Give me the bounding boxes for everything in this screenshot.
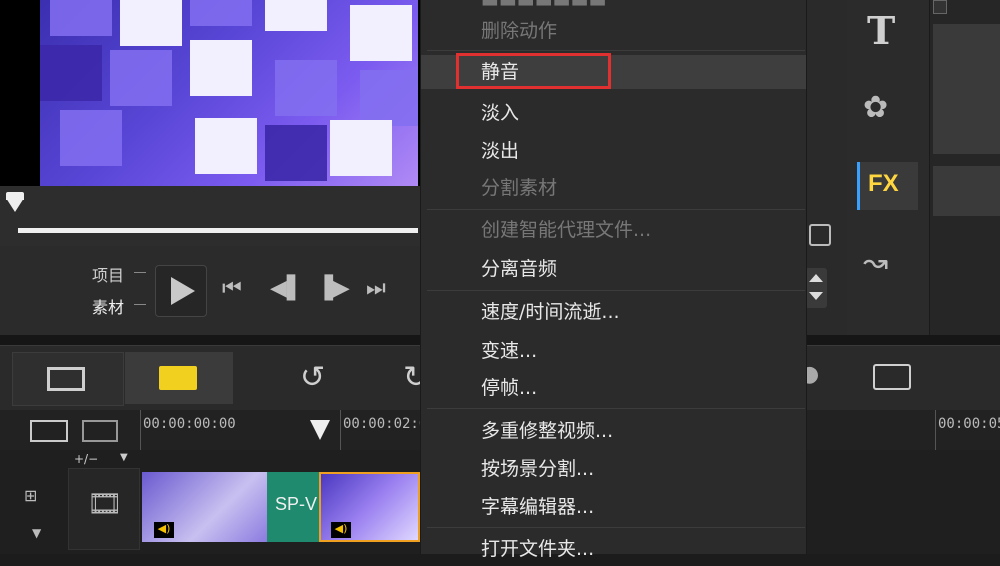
- checkbox[interactable]: [933, 0, 947, 14]
- play-icon: [171, 277, 195, 305]
- menu-item-multi-trim[interactable]: 多重修整视频...: [421, 414, 806, 448]
- path-icon[interactable]: ↝: [863, 245, 888, 280]
- graphics-icon[interactable]: ✿: [863, 90, 888, 125]
- playback-controls: 项目 素材 ⏮ ◀▌ ▐▶ ⏭: [0, 246, 420, 335]
- speaker-icon: ◀): [154, 522, 174, 538]
- timeline-playhead[interactable]: [310, 420, 330, 440]
- go-to-end-icon[interactable]: ⏭: [366, 276, 386, 301]
- menu-item-split-by-scene[interactable]: 按场景分割...: [421, 452, 806, 486]
- timecode-end: 00:00:05: [938, 416, 1000, 432]
- context-menu: ▬▬▬▬▬▬▬ 删除动作 静音 淡入 淡出 分割素材 创建智能代理文件... 分…: [420, 0, 807, 560]
- menu-item-freeze-frame[interactable]: 停帧...: [421, 371, 806, 405]
- timeline-icon: [159, 366, 197, 390]
- clip-mode-label[interactable]: 素材: [92, 294, 124, 318]
- next-frame-icon[interactable]: ▐▶: [316, 276, 350, 301]
- selected-video-clip[interactable]: ◀): [319, 472, 420, 542]
- timeline-view-button[interactable]: [125, 352, 233, 404]
- library-thumb[interactable]: [933, 24, 1000, 154]
- preview-panel: 项目 素材 ⏮ ◀▌ ▐▶ ⏭: [0, 0, 420, 335]
- timecode-mid: 00:00:02:0: [343, 416, 428, 432]
- track-manager-icon[interactable]: [30, 420, 68, 442]
- chapter-icon[interactable]: [82, 420, 118, 442]
- video-track-icon: 🎞: [87, 487, 123, 520]
- menu-item-subtitle-editor[interactable]: 字幕编辑器...: [421, 490, 806, 524]
- add-track-control[interactable]: +/−: [74, 452, 98, 466]
- menu-item-create-proxy: 创建智能代理文件...: [481, 219, 652, 241]
- menu-item-split-clip: 分割素材: [481, 177, 558, 199]
- filter-tab[interactable]: FX: [857, 162, 918, 210]
- preview-frame: [40, 0, 418, 186]
- fx-icon: FX: [868, 170, 899, 197]
- transition-clip[interactable]: SP-V: [267, 472, 319, 542]
- menu-item-variable-speed[interactable]: 变速...: [421, 334, 806, 368]
- play-button[interactable]: [155, 265, 207, 317]
- storyboard-view-button[interactable]: [12, 352, 124, 406]
- subtitle-icon[interactable]: [873, 364, 911, 390]
- highlight-box: [456, 53, 611, 89]
- undo-icon[interactable]: ↺: [300, 360, 325, 395]
- project-mode-label[interactable]: 项目: [92, 262, 124, 286]
- menu-item-open-folder[interactable]: 打开文件夹...: [421, 532, 806, 566]
- menu-item-split-audio[interactable]: 分离音频: [421, 252, 806, 286]
- chevron-down-icon[interactable]: ▼: [120, 452, 128, 463]
- filmstrip-icon: [47, 367, 85, 391]
- transition-label: SP-V: [275, 494, 318, 514]
- video-clip[interactable]: ◀): [142, 472, 267, 542]
- spin-control[interactable]: [805, 268, 827, 308]
- track-header[interactable]: 🎞: [68, 468, 140, 550]
- library-thumb[interactable]: [933, 166, 1000, 216]
- video-preview: [0, 0, 420, 186]
- scrub-bar[interactable]: [0, 186, 420, 246]
- scrub-track[interactable]: [18, 228, 418, 233]
- playhead-cap: [6, 192, 24, 200]
- library-panel: T ✿ FX ↝: [847, 0, 1000, 335]
- speaker-icon: ◀): [331, 522, 351, 538]
- aspect-icon[interactable]: [805, 210, 845, 250]
- timecode-start: 00:00:00:00: [143, 416, 236, 432]
- menu-item-fade-out[interactable]: 淡出: [421, 134, 806, 168]
- title-icon[interactable]: T: [867, 8, 895, 53]
- expand-icon[interactable]: ▼: [32, 526, 41, 540]
- playhead-handle[interactable]: [6, 198, 24, 212]
- menu-item-fade-in[interactable]: 淡入: [421, 96, 806, 130]
- menu-item-speed-time-lapse[interactable]: 速度/时间流逝...: [421, 295, 806, 329]
- menu-item-delete-motion: 删除动作: [481, 20, 558, 42]
- go-to-start-icon[interactable]: ⏮: [222, 276, 242, 301]
- lock-icon[interactable]: ⊞: [24, 486, 37, 505]
- library-tabs: T ✿ FX ↝: [847, 0, 930, 335]
- previous-frame-icon[interactable]: ◀▌: [270, 276, 304, 301]
